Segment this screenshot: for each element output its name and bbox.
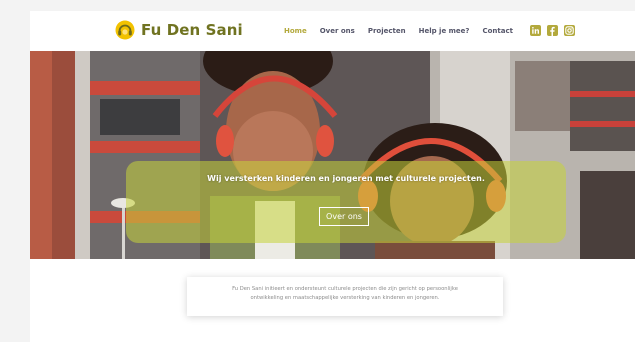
nav-home[interactable]: Home — [284, 27, 307, 35]
facebook-icon[interactable] — [547, 25, 558, 36]
site-header: Fu Den Sani Home Over ons Projecten Help… — [30, 11, 635, 51]
social-links — [530, 25, 575, 36]
nav-contact[interactable]: Contact — [482, 27, 513, 35]
web-page: Fu Den Sani Home Over ons Projecten Help… — [30, 11, 635, 342]
intro-text-line-1: Fu Den Sani initieert en ondersteunt cul… — [232, 286, 458, 292]
brand-name: Fu Den Sani — [141, 21, 243, 39]
instagram-icon[interactable] — [564, 25, 575, 36]
intro-card: Fu Den Sani initieert en ondersteunt cul… — [187, 277, 503, 316]
intro-text-line-2: ontwikkeling en maatschappelijke verster… — [250, 295, 440, 301]
nav-over-ons[interactable]: Over ons — [320, 27, 355, 35]
logo-link[interactable]: Fu Den Sani — [115, 20, 243, 40]
hero-banner: Wij versterken kinderen en jongeren met … — [126, 161, 566, 243]
nav-help-je-mee[interactable]: Help je mee? — [419, 27, 470, 35]
hero-section: Wij versterken kinderen en jongeren met … — [30, 51, 635, 259]
nav-projecten[interactable]: Projecten — [368, 27, 406, 35]
hero-title: Wij versterken kinderen en jongeren met … — [207, 174, 485, 183]
linkedin-icon[interactable] — [530, 25, 541, 36]
over-ons-button[interactable]: Over ons — [319, 207, 369, 226]
headphones-logo-icon — [115, 20, 135, 40]
main-nav: Home Over ons Projecten Help je mee? Con… — [284, 27, 513, 35]
